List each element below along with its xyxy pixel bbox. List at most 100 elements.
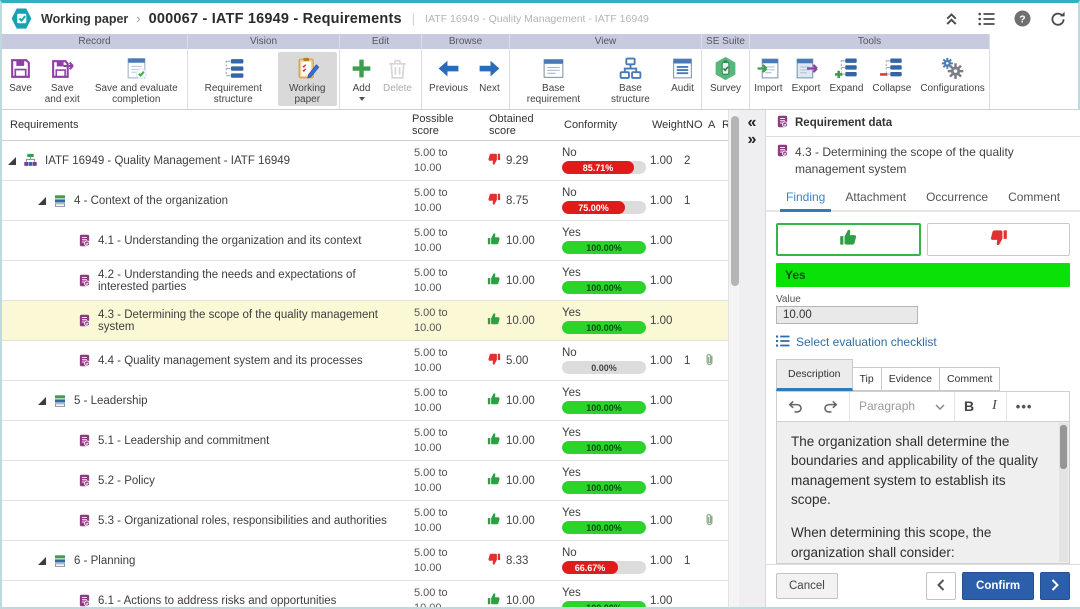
obtained-score-value: 9.29	[506, 155, 528, 167]
table-row[interactable]: 4 - Context of the organization5.00 to10…	[2, 181, 728, 221]
previous-requirement-button[interactable]	[926, 572, 956, 600]
description-editor[interactable]: The organization shall determine the bou…	[776, 422, 1070, 564]
panel-tab-attachment[interactable]: Attachment	[835, 183, 916, 210]
paragraph-style-dropdown[interactable]: Paragraph	[850, 392, 954, 421]
column-header-no[interactable]: NO	[680, 119, 702, 132]
column-header-weight[interactable]: Weight	[646, 119, 680, 132]
column-header-a[interactable]: A	[702, 119, 716, 132]
editor-tab-evidence[interactable]: Evidence	[881, 367, 940, 391]
undo-button[interactable]	[777, 392, 813, 421]
bold-button[interactable]: B	[955, 392, 983, 421]
ribbon-button-audit[interactable]: Audit	[666, 52, 699, 106]
expand-panel-button[interactable]: »	[748, 132, 757, 149]
editor-scrollbar-thumb[interactable]	[1060, 425, 1067, 469]
ribbon-button-save-and-evaluate-completion[interactable]: Save and evaluate completion	[87, 52, 185, 106]
table-row[interactable]: 4.1 - Understanding the organization and…	[2, 221, 728, 261]
requirement-doc-icon	[776, 115, 789, 131]
ribbon-button-survey[interactable]: Survey	[706, 52, 745, 106]
collapse-panel-button[interactable]: «	[748, 115, 757, 132]
table-row[interactable]: 4.4 - Quality management system and its …	[2, 341, 728, 381]
ribbon-button-next[interactable]: Next	[473, 52, 506, 106]
table-scrollbar-thumb[interactable]	[731, 116, 739, 286]
more-tools-button[interactable]: •••	[1007, 392, 1042, 421]
table-row[interactable]: 5.2 - Policy5.00 to10.0010.00Yes100.00%1…	[2, 461, 728, 501]
next-requirement-button[interactable]	[1040, 572, 1070, 600]
ribbon-button-base-structure[interactable]: Base structure	[596, 52, 665, 106]
conformity-fill: 100.00%	[562, 521, 646, 534]
tree-expand-caret-icon[interactable]	[8, 157, 16, 165]
column-header-conformity[interactable]: Conformity	[558, 119, 646, 132]
conformity-label: Yes	[562, 227, 646, 239]
redo-button[interactable]	[813, 392, 849, 421]
conformity-progress-pill: 100.00%	[562, 521, 646, 534]
confirm-button[interactable]: Confirm	[962, 572, 1034, 600]
ribbon-button-base-requirement[interactable]: Base requirement	[512, 52, 595, 106]
cancel-button[interactable]: Cancel	[776, 573, 838, 599]
tree-expand-caret-icon[interactable]	[38, 197, 46, 205]
value-input[interactable]	[776, 306, 918, 324]
panel-tab-occurrence[interactable]: Occurrence	[916, 183, 998, 210]
ribbon-button-export[interactable]: Export	[788, 52, 825, 106]
editor-tab-comment[interactable]: Comment	[939, 367, 1001, 391]
list-menu-icon[interactable]	[978, 12, 995, 26]
ribbon-button-save[interactable]: Save	[4, 52, 37, 106]
thumbs-down-button[interactable]	[927, 223, 1070, 256]
ribbon-button-requirement-structure[interactable]: Requirement structure	[190, 52, 277, 106]
table-row[interactable]: 5.1 - Leadership and commitment5.00 to10…	[2, 421, 728, 461]
chevron-left-icon	[937, 579, 945, 594]
editor-scrollbar[interactable]	[1059, 423, 1068, 562]
attachment-cell[interactable]	[702, 352, 716, 370]
table-row[interactable]: 4.3 - Determining the scope of the quali…	[2, 301, 728, 341]
ribbon-button-save-and-exit[interactable]: Save and exit	[38, 52, 86, 106]
conformity-label: No	[562, 547, 646, 559]
expand-icon	[834, 55, 859, 81]
requirement-cell: 6.1 - Actions to address risks and oppor…	[2, 594, 406, 607]
ribbon-group-body: Base requirementBase structureAudit	[510, 49, 701, 109]
table-row[interactable]: IATF 16949 - Quality Management - IATF 1…	[2, 141, 728, 181]
ribbon-button-add[interactable]: Add	[345, 52, 378, 106]
value-label: Value	[776, 294, 1070, 305]
requirement-label: 6.1 - Actions to address risks and oppor…	[98, 595, 336, 607]
ribbon-button-working-paper[interactable]: Working paper	[278, 52, 337, 106]
thumbs-up-button[interactable]	[776, 223, 921, 256]
panel-tab-comment[interactable]: Comment	[998, 183, 1070, 210]
ribbon-button-configurations[interactable]: Configurations	[916, 52, 988, 106]
ribbon-button-previous[interactable]: Previous	[425, 52, 472, 106]
editor-tab-tip[interactable]: Tip	[852, 367, 882, 391]
collapse-chevrons-icon[interactable]	[944, 11, 959, 26]
table-row[interactable]: 5 - Leadership5.00 to10.0010.00Yes100.00…	[2, 381, 728, 421]
ribbon-group-body: Survey	[702, 49, 749, 109]
column-header-requirements[interactable]: Requirements	[2, 119, 406, 132]
select-evaluation-checklist-link[interactable]: Select evaluation checklist	[776, 335, 1070, 350]
refresh-icon[interactable]	[1050, 11, 1066, 27]
column-header-obtained-score[interactable]: Obtained score	[483, 113, 558, 138]
conformity-cell: Yes100.00%	[558, 587, 646, 607]
tree-expand-caret-icon[interactable]	[38, 557, 46, 565]
requirement-label: 4.2 - Understanding the needs and expect…	[98, 269, 406, 293]
column-header-r[interactable]: R	[716, 119, 728, 132]
help-icon[interactable]: ?	[1014, 10, 1031, 27]
tree-expand-caret-icon[interactable]	[38, 397, 46, 405]
obtained-score-cell: 10.00	[483, 472, 558, 489]
breadcrumb[interactable]: Working paper	[41, 12, 128, 26]
requirement-label: 4.1 - Understanding the organization and…	[98, 235, 361, 247]
table-row[interactable]: 6 - Planning5.00 to10.008.33No66.67%1.00…	[2, 541, 728, 581]
attachment-cell[interactable]	[702, 512, 716, 530]
ribbon-button-expand[interactable]: Expand	[825, 52, 867, 106]
weight-cell: 1.00	[646, 195, 680, 207]
ribbon-button-import[interactable]: Import	[750, 52, 786, 106]
conformity-cell: No0.00%	[558, 347, 646, 374]
editor-tab-description[interactable]: Description	[776, 359, 853, 391]
editor-tabs: DescriptionTipEvidenceComment	[766, 357, 1080, 391]
table-row[interactable]: 4.2 - Understanding the needs and expect…	[2, 261, 728, 301]
possible-score-to: 10.00	[414, 481, 483, 496]
table-scrollbar[interactable]	[728, 110, 739, 607]
conformity-percent: 0.00%	[591, 363, 617, 373]
ribbon-button-collapse[interactable]: Collapse	[868, 52, 915, 106]
table-row[interactable]: 5.3 - Organizational roles, responsibili…	[2, 501, 728, 541]
nonconformity-count-cell: 1	[680, 555, 702, 567]
panel-tab-finding[interactable]: Finding	[776, 183, 835, 210]
column-header-possible-score[interactable]: Possible score	[406, 113, 483, 138]
table-row[interactable]: 6.1 - Actions to address risks and oppor…	[2, 581, 728, 607]
italic-button[interactable]: I	[983, 392, 1006, 421]
